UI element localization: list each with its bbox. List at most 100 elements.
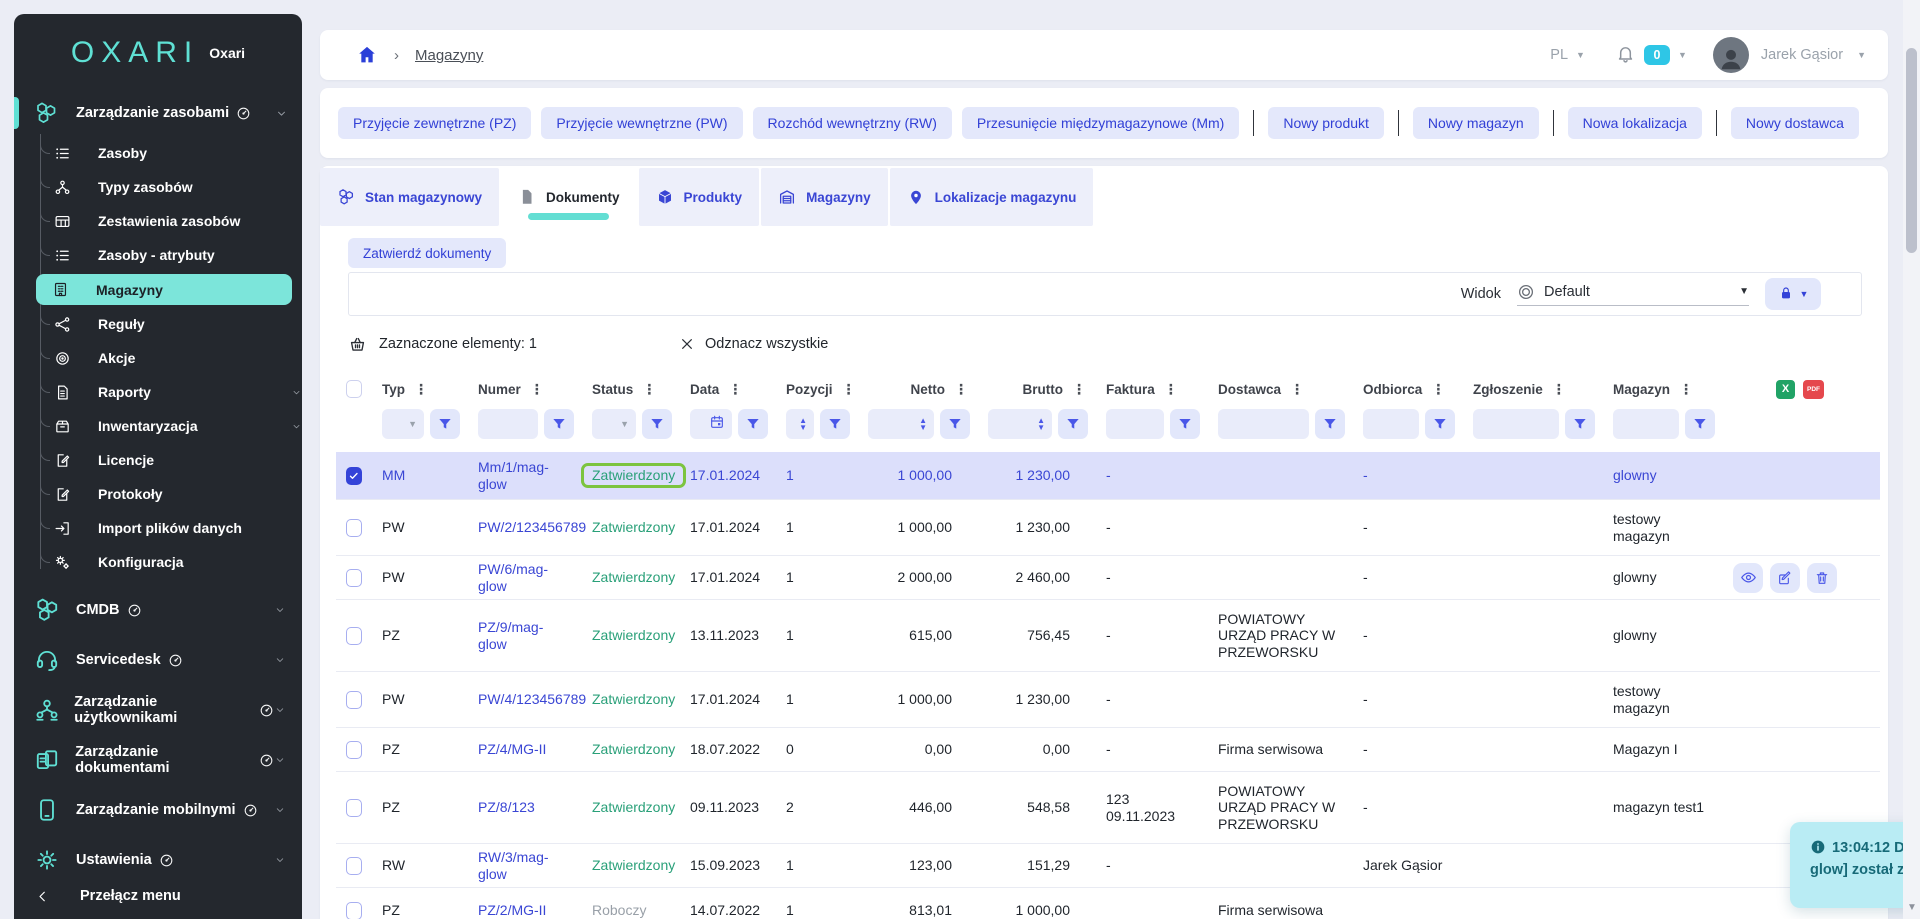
action-button-przesuniecie-miedzymagazynowe-mm[interactable]: Przesunięcie międzymagazynowe (Mm) <box>962 107 1239 139</box>
column-menu-button[interactable]: ⋮ <box>728 381 742 398</box>
select-all-checkbox[interactable] <box>346 380 362 398</box>
scrollbar-down-arrow[interactable]: ▼ <box>1907 902 1917 913</box>
number-stepper[interactable]: ▲▼ <box>799 417 807 431</box>
scrollbar-thumb[interactable] <box>1906 48 1917 253</box>
column-menu-button[interactable]: ⋮ <box>530 381 544 398</box>
sidebar-item-konfiguracja[interactable]: Konfiguracja <box>14 545 302 579</box>
row-checkbox[interactable] <box>346 627 362 645</box>
sidebar-section-servicedesk[interactable]: Servicedesk <box>14 635 302 685</box>
tab-produkty[interactable]: Produkty <box>639 168 760 226</box>
filter-input-odbiorca[interactable] <box>1363 409 1419 439</box>
sidebar-item-protokoly[interactable]: Protokoły <box>14 477 302 511</box>
column-menu-button[interactable]: ⋮ <box>842 381 856 398</box>
number-stepper[interactable]: ▲▼ <box>919 417 927 431</box>
avatar[interactable] <box>1713 37 1749 73</box>
filter-funnel-button-pozycji[interactable] <box>820 409 850 439</box>
sidebar-item-magazyny[interactable]: Magazyny <box>36 274 292 305</box>
sidebar-section-zarzadzanie-dokumentami[interactable]: Zarządzanie dokumentami <box>14 735 302 785</box>
edit-row-button[interactable] <box>1770 563 1800 593</box>
language-selector[interactable]: PL ▼ <box>1550 47 1585 63</box>
filter-funnel-button-status[interactable] <box>642 409 672 439</box>
sidebar-item-import-plikow-danych[interactable]: Import plików danych <box>14 511 302 545</box>
tab-dokumenty[interactable]: Dokumenty <box>501 168 637 226</box>
pdf-export-icon[interactable]: PDF <box>1803 380 1824 399</box>
row-checkbox[interactable] <box>346 857 362 875</box>
column-menu-button[interactable]: ⋮ <box>1431 381 1445 398</box>
filter-funnel-button-data[interactable] <box>738 409 768 439</box>
view-row-button[interactable] <box>1733 563 1763 593</box>
tab-stan-magazynowy[interactable]: Stan magazynowy <box>320 168 499 226</box>
document-number-link[interactable]: PW/4/123456789 <box>478 691 586 708</box>
filter-input-brutto[interactable]: ▲▼ <box>988 409 1052 439</box>
filter-input-pozycji[interactable]: ▲▼ <box>786 409 814 439</box>
deselect-all-button[interactable]: Odznacz wszystkie <box>679 336 828 352</box>
view-lock-button[interactable]: ▼ <box>1765 278 1821 310</box>
row-checkbox[interactable] <box>346 902 362 919</box>
filter-input-netto[interactable]: ▲▼ <box>868 409 934 439</box>
document-number-link[interactable]: PZ/4/MG-II <box>478 741 546 758</box>
row-checkbox[interactable] <box>346 569 362 587</box>
filter-input-magazyn[interactable] <box>1613 409 1679 439</box>
column-menu-button[interactable]: ⋮ <box>1072 381 1086 398</box>
filter-input-zgloszenie[interactable] <box>1473 409 1559 439</box>
action-button-rozchod-wewnetrzny-rw[interactable]: Rozchód wewnętrzny (RW) <box>753 107 952 139</box>
filter-funnel-button-dostawca[interactable] <box>1315 409 1345 439</box>
sidebar-item-typy-zasobow[interactable]: Typy zasobów <box>14 170 302 204</box>
document-number-link[interactable]: Mm/1/mag-glow <box>478 459 572 492</box>
breadcrumb[interactable]: Magazyny <box>415 47 483 64</box>
row-checkbox[interactable] <box>346 799 362 817</box>
filter-funnel-button-odbiorca[interactable] <box>1425 409 1455 439</box>
row-checkbox[interactable] <box>346 691 362 709</box>
sidebar-section-zarzadzanie-uzytkownikami[interactable]: Zarządzanie użytkownikami <box>14 685 302 735</box>
sidebar-item-zasoby[interactable]: Zasoby <box>14 136 302 170</box>
action-button-nowy-magazyn[interactable]: Nowy magazyn <box>1413 107 1539 139</box>
home-icon[interactable] <box>356 44 378 66</box>
filter-input-data[interactable] <box>690 409 732 439</box>
document-number-link[interactable]: PZ/9/mag-glow <box>478 619 572 652</box>
column-menu-button[interactable]: ⋮ <box>1290 381 1304 398</box>
filter-input-status[interactable]: ▼ <box>592 409 636 439</box>
approve-documents-button[interactable]: Zatwierdź dokumenty <box>348 238 506 268</box>
filter-input-faktura[interactable] <box>1106 409 1164 439</box>
delete-row-button[interactable] <box>1807 563 1837 593</box>
excel-export-icon[interactable]: X <box>1776 380 1795 399</box>
filter-input-dostawca[interactable] <box>1218 409 1309 439</box>
sidebar-item-inwentaryzacja[interactable]: Inwentaryzacja <box>14 409 302 443</box>
column-menu-button[interactable]: ⋮ <box>954 381 968 398</box>
action-button-nowa-lokalizacja[interactable]: Nowa lokalizacja <box>1568 107 1702 139</box>
filter-funnel-button-zgloszenie[interactable] <box>1565 409 1595 439</box>
number-stepper[interactable]: ▲▼ <box>1037 417 1045 431</box>
filter-funnel-button-numer[interactable] <box>544 409 574 439</box>
sidebar-item-raporty[interactable]: Raporty <box>14 375 302 409</box>
filter-funnel-button-magazyn[interactable] <box>1685 409 1715 439</box>
sidebar-section-zarzadzanie-zasobami[interactable]: Zarządzanie zasobami <box>14 92 302 134</box>
action-button-nowy-produkt[interactable]: Nowy produkt <box>1268 107 1384 139</box>
sidebar-item-licencje[interactable]: Licencje <box>14 443 302 477</box>
row-checkbox[interactable] <box>346 741 362 759</box>
column-menu-button[interactable]: ⋮ <box>1552 381 1566 398</box>
filter-input-typ[interactable]: ▼ <box>382 409 424 439</box>
sidebar-item-reguly[interactable]: Reguły <box>14 307 302 341</box>
document-number-link[interactable]: PZ/8/123 <box>478 799 535 816</box>
action-button-przyjecie-zewnetrzne-pz[interactable]: Przyjęcie zewnętrzne (PZ) <box>338 107 531 139</box>
filter-funnel-button-typ[interactable] <box>430 409 460 439</box>
tab-lokalizacje-magazynu[interactable]: Lokalizacje magazynu <box>890 168 1094 226</box>
column-menu-button[interactable]: ⋮ <box>414 381 428 398</box>
sidebar-section-cmdb[interactable]: CMDB <box>14 585 302 635</box>
sidebar-section-zarzadzanie-mobilnymi[interactable]: Zarządzanie mobilnymi <box>14 785 302 835</box>
document-number-link[interactable]: PW/2/123456789 <box>478 519 586 536</box>
column-menu-button[interactable]: ⋮ <box>1679 381 1693 398</box>
filter-input-numer[interactable] <box>478 409 538 439</box>
tab-magazyny[interactable]: Magazyny <box>761 168 888 226</box>
column-menu-button[interactable]: ⋮ <box>1164 381 1178 398</box>
sidebar-toggle[interactable]: Przełącz menu <box>14 873 302 919</box>
user-name[interactable]: Jarek Gąsior <box>1761 47 1843 63</box>
sidebar-item-akcje[interactable]: Akcje <box>14 341 302 375</box>
document-number-link[interactable]: RW/3/mag-glow <box>478 849 572 882</box>
view-select[interactable]: Default ▼ <box>1517 283 1749 306</box>
document-number-link[interactable]: PW/6/mag-glow <box>478 561 572 594</box>
document-number-link[interactable]: PZ/2/MG-II <box>478 902 546 919</box>
row-checkbox[interactable] <box>346 467 362 485</box>
sidebar-item-zestawienia-zasobow[interactable]: Zestawienia zasobów <box>14 204 302 238</box>
filter-funnel-button-brutto[interactable] <box>1058 409 1088 439</box>
